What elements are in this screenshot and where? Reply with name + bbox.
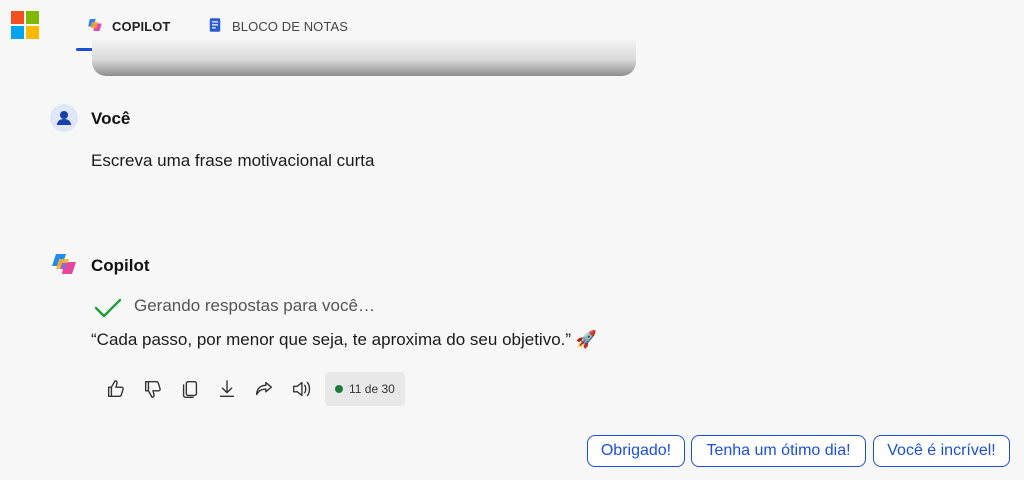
previous-message-bubble (92, 40, 636, 76)
user-message: Escreva uma frase motivacional curta (91, 151, 375, 170)
user-icon (57, 111, 71, 125)
read-aloud-button[interactable] (282, 373, 319, 405)
microsoft-logo[interactable] (11, 11, 39, 39)
tab-copilot-label: COPILOT (112, 18, 171, 34)
copy-icon (182, 380, 197, 398)
suggestion-chip[interactable]: Tenha um ótimo dia! (691, 435, 866, 467)
download-icon (219, 380, 234, 398)
suggestion-chip[interactable]: Você é incrível! (873, 435, 1010, 467)
message-actions: 11 de 30 (97, 372, 405, 406)
status-dot (335, 385, 343, 393)
share-icon (255, 381, 272, 396)
thumbs-up-icon (107, 380, 124, 398)
copy-button[interactable] (171, 373, 208, 405)
download-button[interactable] (208, 373, 245, 405)
counter-label: 11 de 30 (349, 382, 395, 396)
share-button[interactable] (245, 373, 282, 405)
copilot-name: Copilot (91, 256, 150, 275)
thumbs-down-icon (144, 380, 161, 398)
copilot-avatar-icon (50, 250, 78, 278)
tab-notebook-label: BLOCO DE NOTAS (232, 18, 349, 34)
suggestion-chip[interactable]: Obrigado! (587, 435, 685, 467)
user-name: Você (91, 109, 131, 128)
generating-status: Gerando respostas para você… (134, 296, 375, 315)
speaker-icon (292, 381, 310, 397)
copilot-icon (86, 16, 104, 37)
dislike-button[interactable] (134, 373, 171, 405)
like-button[interactable] (97, 373, 134, 405)
response-counter: 11 de 30 (325, 372, 405, 406)
check-icon (94, 298, 122, 318)
user-avatar (50, 104, 78, 132)
copilot-message: “Cada passo, por menor que seja, te apro… (91, 330, 597, 349)
notebook-icon (206, 16, 224, 37)
